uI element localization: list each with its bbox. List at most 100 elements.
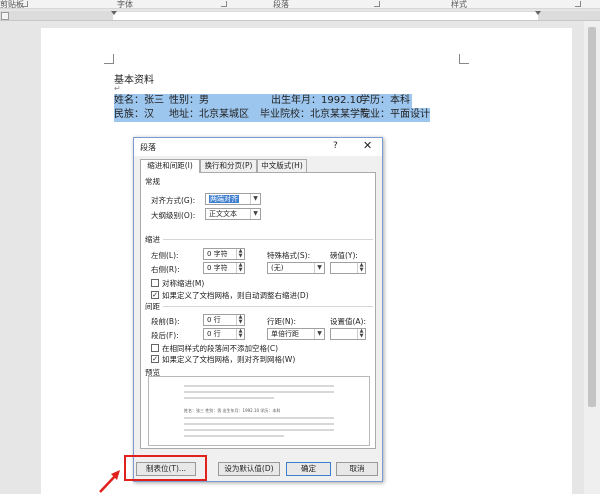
auto-adjust-indent-label: 如果定义了文档网格，则自动调整右缩进(D) <box>162 291 309 300</box>
special-indent-value: (无) <box>271 264 284 272</box>
line-spacing-value: 单倍行距 <box>271 330 299 338</box>
preview-line <box>184 397 274 399</box>
ribbon-group-paragraph: 段落 <box>273 0 289 9</box>
tab-indent-spacing[interactable]: 缩进和间距(I) <box>140 159 200 173</box>
indent-spacing-panel: 常规 对齐方式(G): 两端对齐 ▼ 大纲级别(O): 正文文本 ▼ 缩进 左侧… <box>140 172 376 449</box>
font-launcher-icon[interactable] <box>221 1 227 7</box>
no-space-same-style-checkbox[interactable] <box>151 344 159 352</box>
chevron-down-icon: ▼ <box>250 194 260 204</box>
preview-line <box>184 391 334 393</box>
indent-right-input[interactable]: 0 字符 ▲ ▼ <box>203 262 245 274</box>
section-spacing: 间距 <box>145 302 160 311</box>
section-indentation: 缩进 <box>145 235 160 244</box>
paragraph-launcher-icon[interactable] <box>374 1 380 7</box>
chevron-down-icon: ▼ <box>314 329 324 339</box>
indent-right-value: 0 字符 <box>207 264 228 272</box>
help-icon[interactable]: ? <box>333 141 338 151</box>
indent-left-input[interactable]: 0 字符 ▲ ▼ <box>203 248 245 260</box>
alignment-select[interactable]: 两端对齐 ▼ <box>205 193 261 205</box>
field-major: 专业：平面设计 <box>360 109 430 120</box>
ruler-text-area <box>113 12 538 20</box>
preview-line <box>184 385 334 387</box>
margin-corner-top-right <box>459 54 469 64</box>
alignment-value: 两端对齐 <box>209 195 239 203</box>
alignment-label: 对齐方式(G): <box>151 196 196 205</box>
dialog-titlebar[interactable]: 段落 ? ✕ <box>134 138 382 156</box>
spin-arrows-icon[interactable]: ▲ ▼ <box>236 315 244 325</box>
highlight-box <box>124 455 207 481</box>
preview-line <box>184 429 334 431</box>
tab-asian-typography[interactable]: 中文版式(H) <box>257 159 307 172</box>
paragraph-mark-icon: ↵ <box>114 84 121 93</box>
space-before-value: 0 行 <box>207 316 221 324</box>
spin-arrows-icon[interactable]: ▲ ▼ <box>236 249 244 259</box>
margin-corner-top-left <box>104 54 114 64</box>
spin-arrows-icon[interactable]: ▲ ▼ <box>236 329 244 339</box>
chevron-down-icon: ▼ <box>250 209 260 219</box>
space-after-value: 0 行 <box>207 330 221 338</box>
red-arrow-icon <box>99 470 120 493</box>
indent-by-input[interactable]: ▲ ▼ <box>330 262 366 274</box>
clipboard-launcher-icon[interactable] <box>22 1 28 7</box>
special-indent-label: 特殊格式(S): <box>267 251 311 260</box>
styles-launcher-icon[interactable] <box>575 1 581 7</box>
left-indent-marker-icon[interactable] <box>111 11 117 15</box>
field-school: 毕业院校：北京某某学院 <box>260 109 370 120</box>
field-ethnicity: 民族：汉 <box>114 109 154 120</box>
ok-button[interactable]: 确定 <box>286 462 331 476</box>
ribbon-group-clipboard: 剪贴板 <box>0 0 24 9</box>
vertical-scrollbar[interactable] <box>584 21 600 494</box>
preview-line <box>184 417 334 419</box>
snap-to-grid-checkbox[interactable]: ✓ <box>151 355 159 363</box>
ribbon-group-font: 字体 <box>117 0 133 9</box>
indent-by-label: 磅值(Y): <box>330 251 358 260</box>
mirror-indents-label: 对称缩进(M) <box>162 279 205 288</box>
special-indent-select[interactable]: (无) ▼ <box>267 262 325 274</box>
paragraph-preview: 姓名：张三 性别：男 出生年月：1992.10 学历：本科 <box>148 376 370 446</box>
spin-arrows-icon[interactable]: ▲ ▼ <box>357 329 365 339</box>
field-gender: 性别：男 <box>169 95 209 106</box>
tab-selector-icon[interactable] <box>1 12 9 20</box>
no-space-same-style-label: 在相同样式的段落间不添加空格(C) <box>162 344 279 353</box>
scrollbar-thumb[interactable] <box>588 27 596 407</box>
auto-adjust-indent-checkbox[interactable]: ✓ <box>151 291 159 299</box>
field-name: 姓名：张三 <box>114 95 164 106</box>
dialog-title: 段落 <box>140 143 156 152</box>
outline-level-value: 正文文本 <box>209 210 237 218</box>
chevron-down-icon: ▼ <box>314 263 324 273</box>
right-indent-marker-icon[interactable] <box>535 11 541 15</box>
paragraph-dialog: 段落 ? ✕ 缩进和间距(I) 换行和分页(P) 中文版式(H) 常规 对齐方式… <box>133 137 383 482</box>
set-as-default-button[interactable]: 设为默认值(D) <box>218 462 280 476</box>
horizontal-ruler[interactable] <box>0 11 600 21</box>
ribbon-group-styles: 样式 <box>451 0 467 9</box>
outline-level-label: 大纲级别(O): <box>151 211 196 220</box>
mirror-indents-checkbox[interactable] <box>151 279 159 287</box>
space-before-label: 段前(B): <box>151 317 180 326</box>
spin-arrows-icon[interactable]: ▲ ▼ <box>236 263 244 273</box>
snap-to-grid-label: 如果定义了文档网格，则对齐到网格(W) <box>162 355 296 364</box>
line-spacing-select[interactable]: 单倍行距 ▼ <box>267 328 325 340</box>
selected-row-1[interactable]: 姓名：张三 性别：男 出生年月：1992.10 学历：本科 <box>114 94 412 108</box>
selected-row-2[interactable]: 民族：汉 地址：北京某城区 毕业院校：北京某某学院 专业：平面设计 <box>114 108 430 122</box>
close-icon[interactable]: ✕ <box>363 139 372 152</box>
tab-line-page-breaks[interactable]: 换行和分页(P) <box>200 159 257 172</box>
field-birth: 出生年月：1992.10 <box>271 95 363 106</box>
divider <box>163 306 373 307</box>
spacing-at-label: 设置值(A): <box>330 317 367 326</box>
line-spacing-label: 行距(N): <box>267 317 296 326</box>
space-after-label: 段后(F): <box>151 331 179 340</box>
space-before-input[interactable]: 0 行 ▲ ▼ <box>203 314 245 326</box>
cancel-button[interactable]: 取消 <box>336 462 378 476</box>
divider <box>163 239 373 240</box>
field-education: 学历：本科 <box>360 95 410 106</box>
indent-left-value: 0 字符 <box>207 250 228 258</box>
indent-right-label: 右侧(R): <box>151 265 180 274</box>
spin-arrows-icon[interactable]: ▲ ▼ <box>357 263 365 273</box>
field-address: 地址：北京某城区 <box>169 109 249 120</box>
ribbon-group-strip: 剪贴板 字体 段落 样式 <box>0 0 600 9</box>
spacing-at-input[interactable]: ▲ ▼ <box>330 328 366 340</box>
indent-left-label: 左侧(L): <box>151 251 179 260</box>
preview-sample-text: 姓名：张三 性别：男 出生年月：1992.10 学历：本科 <box>184 408 281 413</box>
outline-level-select[interactable]: 正文文本 ▼ <box>205 208 261 220</box>
space-after-input[interactable]: 0 行 ▲ ▼ <box>203 328 245 340</box>
